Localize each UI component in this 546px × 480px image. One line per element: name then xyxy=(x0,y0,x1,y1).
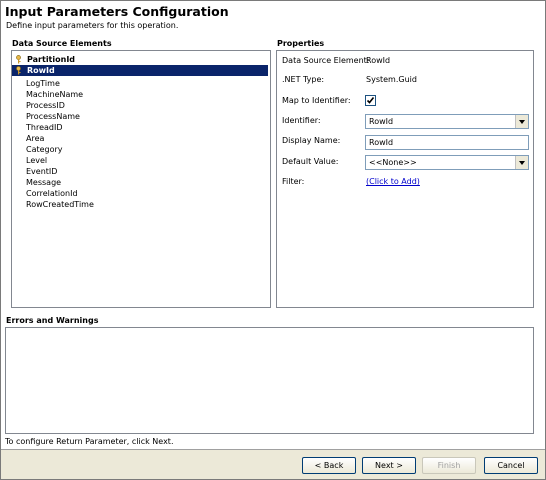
net-type-label: .NET Type: xyxy=(282,75,325,84)
tree-item-label: PartitionId xyxy=(27,55,76,64)
data-source-element-value: RowId xyxy=(366,56,391,65)
tree-item[interactable]: Level xyxy=(12,155,47,166)
tree-item[interactable]: LogTime xyxy=(12,78,60,89)
tree-item[interactable]: Area xyxy=(12,133,44,144)
data-source-element-label: Data Source Element: xyxy=(282,56,370,65)
tree-item[interactable]: CorrelationId xyxy=(12,188,78,199)
data-source-elements-label: Data Source Elements xyxy=(12,39,112,48)
errors-warnings-label: Errors and Warnings xyxy=(6,316,99,325)
tree-item-label: RowCreatedTime xyxy=(26,200,94,209)
tree-item-label: EventID xyxy=(26,167,58,176)
tree-item[interactable]: MachineName xyxy=(12,89,83,100)
tree-item-label: ProcessID xyxy=(26,101,65,110)
map-to-identifier-checkbox[interactable] xyxy=(365,95,376,106)
tree-item[interactable]: ThreadID xyxy=(12,122,63,133)
chevron-down-icon[interactable] xyxy=(515,115,528,128)
tree-item-label: ThreadID xyxy=(26,123,63,132)
tree-item-label: Category xyxy=(26,145,63,154)
cancel-button[interactable]: Cancel xyxy=(484,457,538,474)
tree-item[interactable]: PartitionId xyxy=(12,54,75,65)
wizard-header: Input Parameters Configuration Define in… xyxy=(1,1,545,33)
tree-item-label: Message xyxy=(26,178,62,187)
filter-label: Filter: xyxy=(282,177,305,186)
tree-item-label: Level xyxy=(26,156,48,165)
properties-panel: Data Source Element: RowId .NET Type: Sy… xyxy=(276,50,534,308)
net-type-value: System.Guid xyxy=(366,75,417,84)
display-name-value: RowId xyxy=(369,138,394,147)
identifier-dropdown[interactable]: RowId xyxy=(365,114,529,129)
finish-button[interactable]: Finish xyxy=(422,457,476,474)
default-value-value: <<None>> xyxy=(369,158,417,167)
next-button[interactable]: Next > xyxy=(362,457,416,474)
map-to-identifier-label: Map to Identifier: xyxy=(282,96,351,105)
properties-label: Properties xyxy=(277,39,325,48)
checkmark-icon xyxy=(366,97,375,104)
tree-item[interactable]: RowId xyxy=(12,65,268,76)
back-button[interactable]: < Back xyxy=(302,457,356,474)
tree-item-label: RowId xyxy=(27,66,55,75)
tree-item-label: LogTime xyxy=(26,79,60,88)
tree-item-label: ProcessName xyxy=(26,112,80,121)
identifier-value: RowId xyxy=(369,117,394,126)
identifier-label: Identifier: xyxy=(282,116,321,125)
tree-item[interactable]: EventID xyxy=(12,166,57,177)
page-subtitle: Define input parameters for this operati… xyxy=(6,21,179,30)
footer-message: To configure Return Parameter, click Nex… xyxy=(5,437,174,446)
tree-item[interactable]: Category xyxy=(12,144,63,155)
tree-item[interactable]: ProcessName xyxy=(12,111,80,122)
key-icon xyxy=(16,55,21,64)
chevron-down-icon[interactable] xyxy=(515,156,528,169)
data-source-tree[interactable]: PartitionId RowId LogTime MachineName Proces… xyxy=(11,50,271,308)
default-value-dropdown[interactable]: <<None>> xyxy=(365,155,529,170)
errors-warnings-list[interactable] xyxy=(5,327,534,434)
display-name-input[interactable]: RowId xyxy=(365,135,529,150)
tree-item[interactable]: RowCreatedTime xyxy=(12,199,94,210)
page-title: Input Parameters Configuration xyxy=(5,4,229,19)
key-icon xyxy=(16,66,21,75)
tree-item-label: CorrelationId xyxy=(26,189,78,198)
tree-item[interactable]: ProcessID xyxy=(12,100,65,111)
tree-item[interactable]: Message xyxy=(12,177,61,188)
default-value-label: Default Value: xyxy=(282,157,339,166)
display-name-label: Display Name: xyxy=(282,136,341,145)
filter-add-link[interactable]: (Click to Add) xyxy=(366,177,420,186)
tree-item-label: MachineName xyxy=(26,90,84,99)
tree-item-label: Area xyxy=(26,134,45,143)
